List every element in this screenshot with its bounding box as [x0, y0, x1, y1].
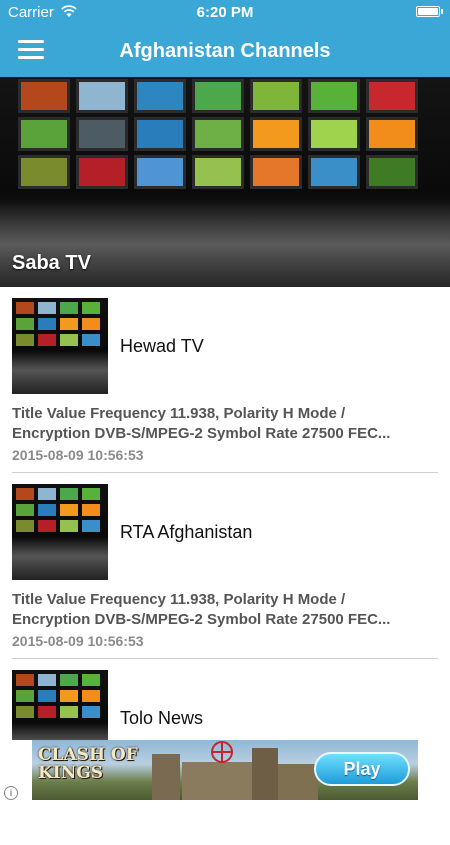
- nav-bar: Afghanistan Channels: [0, 26, 450, 77]
- featured-channel-banner[interactable]: Saba TV: [0, 77, 450, 287]
- page-title: Afghanistan Channels: [119, 40, 331, 62]
- ad-play-button[interactable]: Play: [314, 752, 410, 786]
- channel-date: 2015-08-09 10:56:53: [12, 447, 144, 463]
- battery-icon: [416, 6, 440, 17]
- channel-thumbnail: [12, 484, 108, 580]
- featured-channel-title: Saba TV: [12, 252, 91, 274]
- ad-image: CLASH OF KINGS Play: [32, 740, 418, 800]
- channel-title: RTA Afghanistan: [120, 522, 253, 542]
- channel-description: Title Value Frequency 11.938, Polarity H…: [12, 591, 391, 628]
- info-icon[interactable]: i: [4, 786, 18, 800]
- ad-logo-line1: CLASH OF: [38, 745, 138, 765]
- list-item[interactable]: RTA Afghanistan Title Value Frequency 11…: [0, 473, 450, 659]
- channel-thumbnail: [12, 298, 108, 394]
- channel-date: 2015-08-09 10:56:53: [12, 633, 144, 649]
- status-time: 6:20 PM: [196, 4, 254, 21]
- status-bar: Carrier 6:20 PM: [0, 0, 450, 26]
- list-item[interactable]: Hewad TV Title Value Frequency 11.938, P…: [0, 287, 450, 473]
- ad-logo-line2: KINGS: [38, 763, 104, 783]
- ad-logo: CLASH OF KINGS: [38, 746, 138, 782]
- battery-tip: [441, 9, 443, 14]
- tv-wall-thumbnail-image: [16, 302, 100, 346]
- channel-title: Hewad TV: [120, 336, 204, 356]
- ad-banner[interactable]: CLASH OF KINGS Play i: [0, 740, 450, 800]
- channel-description: Title Value Frequency 11.938, Polarity H…: [12, 405, 391, 442]
- channel-title: Tolo News: [120, 708, 204, 728]
- tv-wall-thumbnail-image: [16, 488, 100, 532]
